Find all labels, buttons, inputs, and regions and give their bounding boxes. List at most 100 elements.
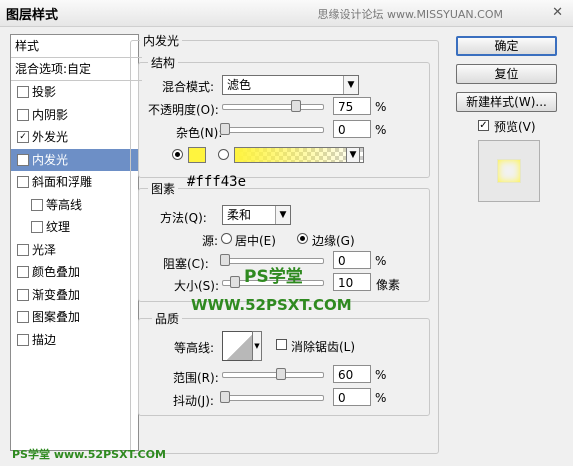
technique-select[interactable]: 柔和 ▼ (222, 205, 291, 225)
choke-slider-thumb[interactable] (220, 254, 230, 266)
style-item-3[interactable]: ✓ 内发光 (11, 148, 138, 171)
noise-slider-thumb[interactable] (220, 123, 230, 135)
styles-list: 样式 混合选项:自定 投影 内阴影 ✓ 外发光 ✓ 内发光 斜面和浮雕 等高线 纹理 光泽 颜色叠加… (10, 34, 142, 451)
preview-glow-sample (497, 159, 521, 183)
ps-url-watermark: WWW.52PSXT.COM (191, 296, 352, 314)
style-item-label: 等高线 (46, 197, 83, 212)
style-item-checkbox[interactable]: ✓ (17, 131, 29, 143)
gradient-chevron-down-icon[interactable]: ▼ (346, 147, 360, 163)
style-item-6[interactable]: 纹理 (11, 216, 138, 238)
layer-style-dialog: 图层样式 思缘设计论坛 www.MISSYUAN.COM ✕ 样式 混合选项:自… (0, 0, 573, 466)
blend-mode-select[interactable]: 滤色 ▼ (222, 75, 359, 95)
noise-unit: % (375, 123, 387, 137)
new-style-button[interactable]: 新建样式(W)... (456, 92, 557, 112)
reset-button[interactable]: 复位 (456, 64, 557, 84)
opacity-slider[interactable] (222, 104, 324, 110)
elements-legend: 图素 (148, 180, 179, 197)
style-item-7[interactable]: 光泽 (11, 239, 138, 261)
range-slider-thumb[interactable] (276, 368, 287, 380)
style-item-checkbox[interactable] (17, 266, 29, 278)
jitter-label: 抖动(J): (173, 394, 214, 408)
style-item-checkbox[interactable] (17, 288, 29, 301)
style-item-checkbox[interactable] (17, 333, 29, 346)
style-item-4[interactable]: 斜面和浮雕 (11, 171, 138, 193)
style-item-checkbox[interactable]: ✓ (17, 153, 29, 166)
style-item-label: 内阴影 (32, 107, 69, 122)
size-slider-thumb[interactable] (230, 276, 240, 288)
jitter-unit: % (375, 391, 387, 405)
style-item-label: 纹理 (46, 220, 71, 234)
source-center-radio[interactable] (221, 233, 232, 244)
site-watermark: 思缘设计论坛 www.MISSYUAN.COM (317, 8, 503, 21)
style-item-checkbox[interactable] (17, 311, 29, 323)
opacity-field[interactable]: 75 (333, 97, 371, 115)
style-item-label: 外发光 (32, 130, 69, 144)
inner-glow-legend: 内发光 (140, 32, 183, 49)
jitter-slider-thumb[interactable] (220, 391, 230, 403)
styles-header[interactable]: 样式 (11, 35, 142, 58)
color-radio[interactable] (172, 149, 183, 160)
opacity-unit: % (375, 100, 387, 114)
footer-watermark: PS学堂 www.52PSXT.COM (12, 448, 166, 461)
range-slider[interactable] (222, 372, 324, 378)
ok-button[interactable]: 确定 (456, 36, 557, 56)
opacity-slider-thumb[interactable] (290, 100, 301, 112)
style-item-10[interactable]: 图案叠加 (11, 306, 138, 328)
color-annotation: #fff43e (187, 174, 247, 190)
style-item-label: 光泽 (32, 242, 57, 257)
style-preview (478, 140, 540, 202)
glow-gradient-swatch[interactable] (234, 147, 364, 163)
size-field[interactable]: 10 (333, 273, 371, 291)
style-item-label: 渐变叠加 (32, 287, 81, 302)
style-item-label: 内发光 (32, 152, 69, 167)
style-item-label: 斜面和浮雕 (32, 175, 93, 189)
style-item-checkbox[interactable] (17, 86, 29, 98)
preview-label: 预览(V) (494, 120, 536, 134)
contour-chevron-down-icon[interactable]: ▼ (252, 331, 262, 361)
style-item-2[interactable]: ✓ 外发光 (11, 126, 138, 148)
glow-color-swatch[interactable] (188, 147, 206, 163)
style-item-0[interactable]: 投影 (11, 81, 138, 103)
style-item-9[interactable]: 渐变叠加 (11, 284, 138, 306)
noise-field[interactable]: 0 (333, 120, 371, 138)
ps-logo-watermark: PS学堂 (244, 267, 303, 287)
source-label: 源: (202, 234, 219, 248)
style-item-checkbox[interactable] (17, 176, 29, 188)
preview-checkbox[interactable]: ✓ (478, 120, 489, 131)
jitter-field[interactable]: 0 (333, 388, 371, 406)
choke-field[interactable]: 0 (333, 251, 371, 269)
dialog-title: 图层样式 (6, 8, 59, 23)
chevron-down-icon: ▼ (343, 76, 358, 94)
style-item-checkbox[interactable] (31, 221, 43, 233)
technique-label: 方法(Q): (160, 211, 207, 225)
style-item-11[interactable]: 描边 (11, 329, 138, 351)
blend-options-item[interactable]: 混合选项:自定 (11, 58, 142, 81)
choke-unit: % (375, 254, 387, 268)
style-item-label: 颜色叠加 (32, 265, 81, 279)
style-item-checkbox[interactable] (17, 108, 29, 121)
contour-label: 等高线: (174, 341, 215, 355)
choke-label: 阻塞(C): (163, 257, 209, 271)
style-item-checkbox[interactable] (17, 243, 29, 256)
style-item-8[interactable]: 颜色叠加 (11, 261, 138, 283)
style-item-1[interactable]: 内阴影 (11, 104, 138, 126)
quality-legend: 品质 (152, 310, 183, 327)
size-label: 大小(S): (174, 279, 220, 293)
noise-label: 杂色(N): (176, 126, 223, 140)
anti-alias-label: 消除锯齿(L) (291, 340, 356, 354)
range-unit: % (375, 368, 387, 382)
range-field[interactable]: 60 (333, 365, 371, 383)
opacity-label: 不透明度(O): (148, 103, 219, 117)
jitter-slider[interactable] (222, 395, 324, 401)
gradient-radio[interactable] (218, 149, 229, 160)
style-item-label: 投影 (32, 85, 57, 99)
blend-mode-label: 混合模式: (162, 80, 215, 94)
noise-slider[interactable] (222, 127, 324, 133)
style-item-checkbox[interactable] (31, 198, 43, 211)
close-icon[interactable]: ✕ (552, 5, 563, 20)
anti-alias-checkbox[interactable] (276, 339, 287, 350)
structure-legend: 结构 (148, 54, 179, 71)
source-center-label: 居中(E) (235, 234, 276, 248)
source-edge-radio[interactable] (297, 233, 308, 244)
style-item-5[interactable]: 等高线 (11, 194, 138, 216)
